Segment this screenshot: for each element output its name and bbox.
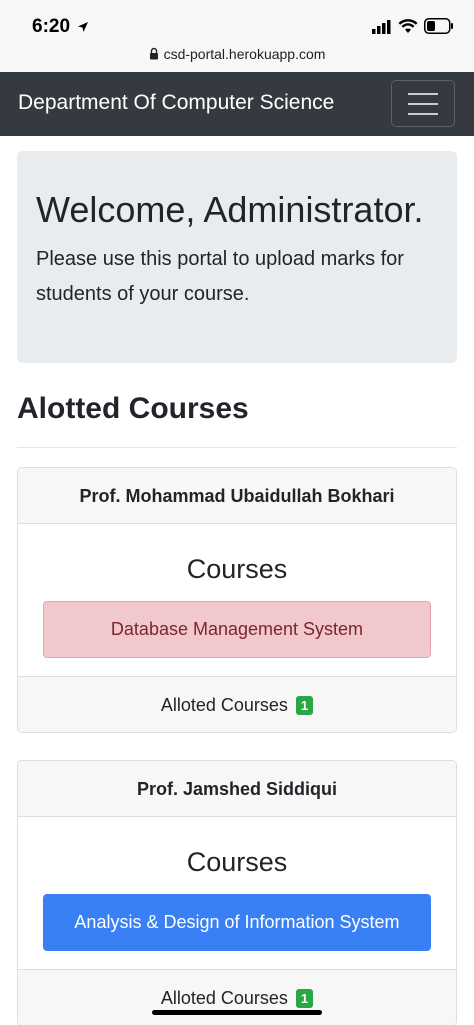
- course-count-badge: 1: [295, 989, 314, 1008]
- home-indicator[interactable]: [152, 1010, 322, 1015]
- battery-icon: [424, 18, 453, 34]
- welcome-heading: Welcome, Administrator.: [36, 189, 424, 230]
- navbar-brand[interactable]: Department Of Computer Science: [18, 91, 334, 115]
- section-divider: [17, 447, 457, 448]
- card-footer: Alloted Courses 1: [18, 676, 456, 732]
- address-url: csd-portal.herokuapp.com: [163, 46, 326, 62]
- course-button-analysis-design-information-system[interactable]: Analysis & Design of Information System: [43, 894, 431, 951]
- professor-card: Prof. Mohammad Ubaidullah Bokhari Course…: [17, 467, 457, 733]
- welcome-jumbotron: Welcome, Administrator. Please use this …: [17, 151, 457, 363]
- card-body: Courses Database Management System: [18, 524, 456, 676]
- card-footer: Alloted Courses 1: [18, 969, 456, 1025]
- course-count-badge: 1: [295, 696, 314, 715]
- card-body: Courses Analysis & Design of Information…: [18, 817, 456, 969]
- status-time: 6:20: [32, 16, 71, 37]
- status-bar: 6:20 csd-portal.herokuapp.com: [0, 0, 474, 72]
- lock-icon: [149, 47, 158, 60]
- course-button-database-management-system[interactable]: Database Management System: [43, 601, 431, 658]
- alloted-courses-label: Alloted Courses: [160, 695, 288, 715]
- location-arrow-icon: [78, 22, 88, 32]
- card-header-professor: Prof. Jamshed Siddiqui: [18, 761, 456, 817]
- professor-card: Prof. Jamshed Siddiqui Courses Analysis …: [17, 760, 457, 1025]
- card-title-courses: Courses: [186, 554, 288, 584]
- navbar-toggler-button[interactable]: [391, 80, 455, 127]
- section-title: Alotted Courses: [17, 392, 249, 425]
- card-title-courses: Courses: [186, 847, 288, 877]
- hamburger-menu-icon: [408, 93, 438, 95]
- welcome-lead: Please use this portal to upload marks f…: [36, 248, 404, 305]
- wifi-icon: [398, 19, 418, 33]
- address-bar[interactable]: csd-portal.herokuapp.com: [0, 46, 474, 62]
- cellular-signal-icon: [372, 20, 391, 34]
- card-header-professor: Prof. Mohammad Ubaidullah Bokhari: [18, 468, 456, 524]
- alloted-courses-label: Alloted Courses: [160, 988, 288, 1008]
